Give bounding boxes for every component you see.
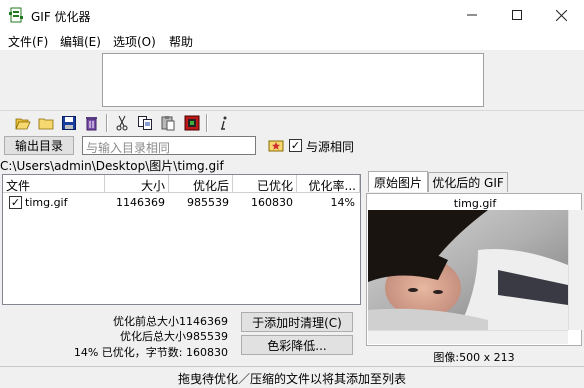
same-as-source-checkbox[interactable]: ✓ [289,139,302,152]
info-button[interactable] [214,114,232,132]
tab-optimized-gif[interactable]: 优化后的 GIF [428,172,508,192]
status-bar: 拖曳待优化／压缩的文件以将其添加至列表 [0,366,584,388]
menu-bar: 文件(F) 编辑(E) 选项(O) 帮助 [0,30,584,50]
maximize-button[interactable] [494,0,539,30]
minimize-button[interactable] [449,0,494,30]
row-ratio: 14% [330,196,355,209]
toolbar-separator [206,114,208,132]
column-size[interactable]: 大小 [105,175,169,193]
close-button[interactable] [539,0,584,30]
stop-icon [184,115,200,131]
cut-button[interactable] [113,114,131,132]
preview-image [368,210,568,330]
row-saved: 160830 [251,196,293,209]
same-as-source-label: 与源相同 [306,140,355,154]
paste-button[interactable] [159,114,177,132]
drop-area[interactable] [102,53,484,107]
column-ratio[interactable]: 优化率... [297,175,360,193]
tab-original[interactable]: 原始图片 [368,171,428,192]
row-file-name: timg.gif [25,196,68,209]
minimize-icon [466,14,477,16]
stats-before: 优化前总大小1146369 [113,315,228,328]
row-checkbox[interactable]: ✓ [9,196,22,209]
preview-vertical-scrollbar[interactable] [568,210,582,330]
toolbar-separator [106,114,108,132]
title-bar: GIF 优化器 [0,0,584,30]
star-folder-icon[interactable] [268,137,284,153]
column-saved[interactable]: 已优化 [233,175,297,193]
save-icon [62,116,76,130]
close-icon [556,9,567,21]
menu-file[interactable]: 文件(F) [8,33,48,50]
preview-panel: timg.gif [366,193,582,346]
copy-icon [138,116,152,130]
clear-on-add-button[interactable]: 于添加时清理(C) [241,312,353,332]
menu-help[interactable]: 帮助 [169,33,193,50]
preview-horizontal-scrollbar[interactable] [368,330,568,344]
menu-edit[interactable]: 编辑(E) [60,33,101,50]
current-path: C:\Users\admin\Desktop\图片\timg.gif [0,159,224,173]
output-bar: 输出目录 与输入目录相同 ✓ 与源相同 [0,134,584,156]
output-dir-input[interactable]: 与输入目录相同 [82,136,256,155]
row-size: 1146369 [116,196,165,209]
stop-button[interactable] [183,114,201,132]
column-optimized[interactable]: 优化后 [169,175,233,193]
app-icon [9,7,23,23]
recycle-icon [86,117,97,131]
open-folder-icon [15,118,31,130]
maximize-icon [511,10,522,20]
folder-icon [38,118,54,130]
stats-summary: 14% 已优化，字节数: 160830 [73,346,228,359]
table-row[interactable]: ✓ timg.gif 1146369 985539 160830 14% [3,194,360,211]
reduce-colors-button[interactable]: 色彩降低... [241,335,353,355]
column-file[interactable]: 文件 [3,175,105,193]
file-list: 文件 大小 优化后 已优化 优化率... ✓ timg.gif 1146369 … [2,174,361,305]
recycle-button[interactable] [83,114,101,132]
preview-image-name: timg.gif [453,197,497,210]
folder-button[interactable] [37,114,55,132]
stats-after: 优化后总大小985539 [120,330,228,343]
save-button[interactable] [60,114,78,132]
row-optimized: 985539 [187,196,229,209]
window-title: GIF 优化器 [31,10,91,24]
image-dimensions: 图像:500 x 213 [433,351,515,364]
paste-icon [161,116,175,131]
toolbar [0,110,584,134]
info-icon [221,116,227,130]
copy-button[interactable] [136,114,154,132]
output-dir-button[interactable]: 输出目录 [4,136,74,155]
open-button[interactable] [14,114,32,132]
menu-options[interactable]: 选项(O) [113,33,156,50]
cut-icon [116,115,128,131]
